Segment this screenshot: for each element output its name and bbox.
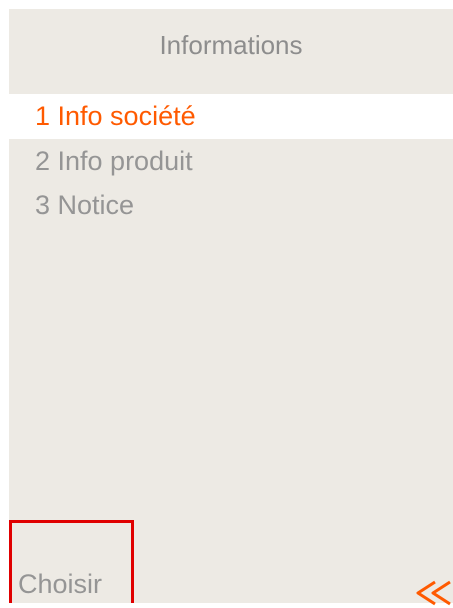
menu-item-company-info[interactable]: 1 Info société	[9, 94, 453, 139]
menu-item-notice[interactable]: 3 Notice	[9, 183, 453, 227]
back-double-chevron-icon[interactable]	[415, 578, 453, 608]
device-screen: Informations 1 Info société 2 Info produ…	[9, 9, 453, 603]
choose-softkey-label: Choisir	[18, 569, 103, 599]
choose-softkey-button[interactable]: Choisir	[9, 520, 134, 603]
info-menu: 1 Info société 2 Info produit 3 Notice	[9, 94, 453, 227]
menu-item-product-info[interactable]: 2 Info produit	[9, 139, 453, 183]
screen-title: Informations	[159, 30, 303, 60]
